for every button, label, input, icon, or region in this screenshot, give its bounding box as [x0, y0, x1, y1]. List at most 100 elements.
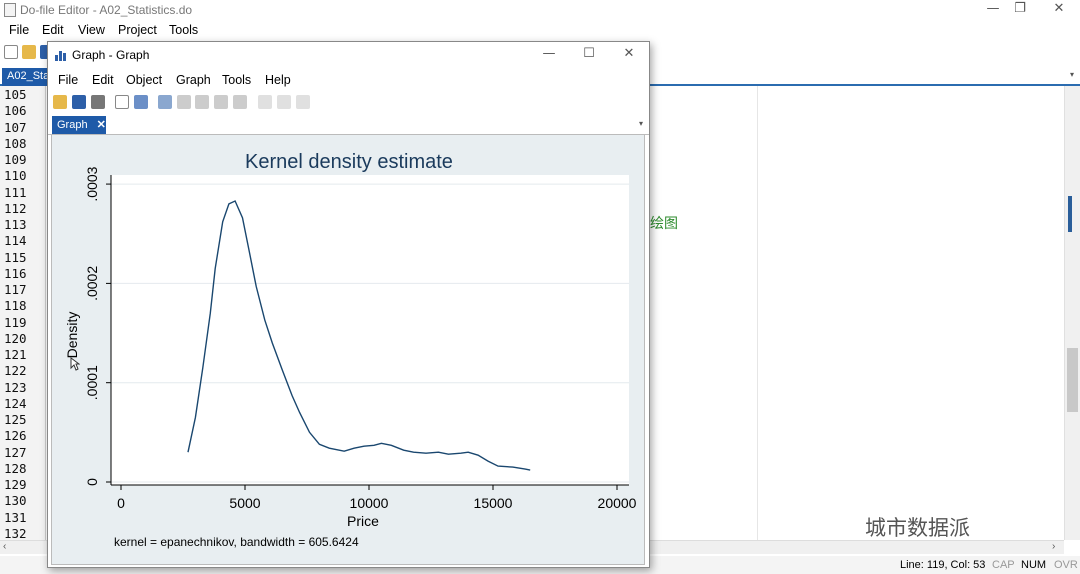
x-tick-label: 5000 [229, 495, 260, 511]
kernel-density-plot: 0 .0001 .0002 .0003 0 5000 10000 15000 20000 Pric… [64, 166, 637, 529]
y-tick-label: .0001 [84, 365, 100, 400]
line-number: 108 [4, 135, 27, 151]
x-tick-label: 10000 [350, 495, 389, 511]
menu-graph[interactable]: Graph [176, 73, 211, 87]
y-tick-label: 0 [84, 478, 100, 486]
menu-edit[interactable]: Edit [42, 23, 64, 37]
tab-graph-label: Graph [57, 119, 88, 131]
print-icon[interactable] [91, 95, 105, 109]
ovr-indicator: OVR [1054, 559, 1078, 571]
y-tick-label: .0002 [84, 266, 100, 301]
line-number: 113 [4, 217, 27, 232]
line-number: 115 [4, 249, 27, 265]
tab-dropdown-icon[interactable]: ▾ [1070, 70, 1074, 79]
menu-project[interactable]: Project [118, 23, 157, 37]
scroll-marker [1068, 196, 1072, 232]
new-file-icon[interactable] [4, 45, 18, 59]
line-number: 131 [4, 509, 27, 525]
scrollbar-thumb[interactable] [1067, 348, 1078, 412]
line-number: 128 [4, 460, 27, 476]
save-icon[interactable] [72, 95, 86, 109]
graph-canvas: Kernel density estimate 0.0001.0002.0003… [51, 134, 645, 565]
line-number: 119 [4, 314, 27, 330]
line-number: 105 [4, 87, 27, 102]
graph-title-bar: Graph - Graph — ☐ ✕ [48, 42, 649, 68]
y-axis-label: Density [64, 312, 80, 359]
line-number: 127 [4, 444, 27, 460]
line-number: 132 [4, 525, 27, 541]
line-number: 126 [4, 428, 27, 444]
line-number: 106 [4, 103, 27, 119]
rename-icon[interactable] [134, 95, 148, 109]
num-indicator: NUM [1021, 559, 1047, 571]
graph-tab-strip: Graph ✕ ▾ [48, 115, 649, 135]
scroll-left-icon[interactable]: ‹ [3, 541, 6, 552]
menu-help[interactable]: Help [265, 73, 291, 87]
menu-tools[interactable]: Tools [169, 23, 198, 37]
close-icon[interactable]: ✕ [614, 46, 644, 64]
tab-do-file[interactable]: A02_Statistics.do [2, 68, 50, 86]
menu-file[interactable]: File [9, 23, 29, 37]
tab-graph[interactable]: Graph ✕ [52, 116, 106, 134]
line-number-gutter: 105 106 107 108 109 110 111 112 113 114 115 116 117 1… [0, 86, 46, 541]
x-axis-label: Price [347, 513, 379, 529]
undo-icon[interactable] [214, 95, 228, 109]
line-number: 122 [4, 363, 27, 379]
graph-window-title: Graph - Graph [72, 48, 150, 62]
cursor-position: Line: 119, Col: 53 [900, 559, 986, 571]
code-comment-text: 绘图 [650, 216, 678, 232]
bar-chart-icon [55, 51, 66, 61]
graph-editor-icon[interactable] [158, 95, 172, 109]
redo-icon[interactable] [233, 95, 247, 109]
line-number: 112 [4, 200, 27, 216]
open-icon[interactable] [53, 95, 67, 109]
vertical-scrollbar[interactable] [1064, 86, 1080, 540]
plot-region [111, 175, 629, 485]
line-number: 116 [4, 265, 27, 281]
caps-indicator: CAP [992, 559, 1015, 571]
y-tick-label: .0003 [84, 166, 100, 201]
minimize-icon[interactable]: — [534, 46, 564, 64]
line-number: 109 [4, 152, 27, 167]
line-number: 118 [4, 298, 27, 314]
pointer-icon[interactable] [177, 95, 191, 109]
open-folder-icon[interactable] [22, 45, 36, 59]
graph-window: Graph - Graph — ☐ ✕ File Edit Object Gra… [47, 41, 650, 568]
mouse-pointer-icon [70, 357, 80, 371]
editor-title: Do-file Editor - A02_Statistics.do [20, 3, 193, 17]
editor-menu-bar: File Edit View Project Tools [0, 20, 1080, 40]
line-number: 121 [4, 347, 27, 362]
column-guide [757, 86, 758, 540]
menu-tools[interactable]: Tools [222, 73, 251, 87]
x-tick-label: 15000 [474, 495, 513, 511]
line-number: 125 [4, 412, 27, 427]
x-tick-label: 0 [117, 495, 125, 511]
copy-icon[interactable] [115, 95, 129, 109]
line-number: 120 [4, 330, 27, 346]
graph-toolbar [48, 92, 649, 114]
pause-icon[interactable] [277, 95, 291, 109]
line-number: 129 [4, 477, 27, 492]
chart-note: kernel = epanechnikov, bandwidth = 605.6… [114, 535, 359, 549]
restore-icon[interactable]: ❐ [1005, 1, 1035, 19]
line-number: 107 [4, 119, 27, 135]
play-icon[interactable] [296, 95, 310, 109]
maximize-icon[interactable]: ☐ [574, 46, 604, 64]
minimize-icon[interactable]: — [978, 1, 1008, 19]
menu-view[interactable]: View [78, 23, 105, 37]
tab-dropdown-icon[interactable]: ▾ [639, 119, 643, 128]
tab-close-icon[interactable]: ✕ [97, 119, 106, 131]
line-number: 123 [4, 379, 27, 395]
line-number: 114 [4, 233, 27, 249]
record-icon[interactable] [258, 95, 272, 109]
menu-edit[interactable]: Edit [92, 73, 114, 87]
line-number: 111 [4, 184, 27, 200]
line-number: 110 [4, 168, 27, 184]
menu-file[interactable]: File [58, 73, 78, 87]
scroll-right-icon[interactable]: › [1052, 541, 1055, 552]
menu-object[interactable]: Object [126, 73, 162, 87]
line-number: 117 [4, 282, 27, 297]
close-icon[interactable]: ✕ [1044, 1, 1074, 19]
add-text-icon[interactable] [195, 95, 209, 109]
line-number: 130 [4, 493, 27, 509]
